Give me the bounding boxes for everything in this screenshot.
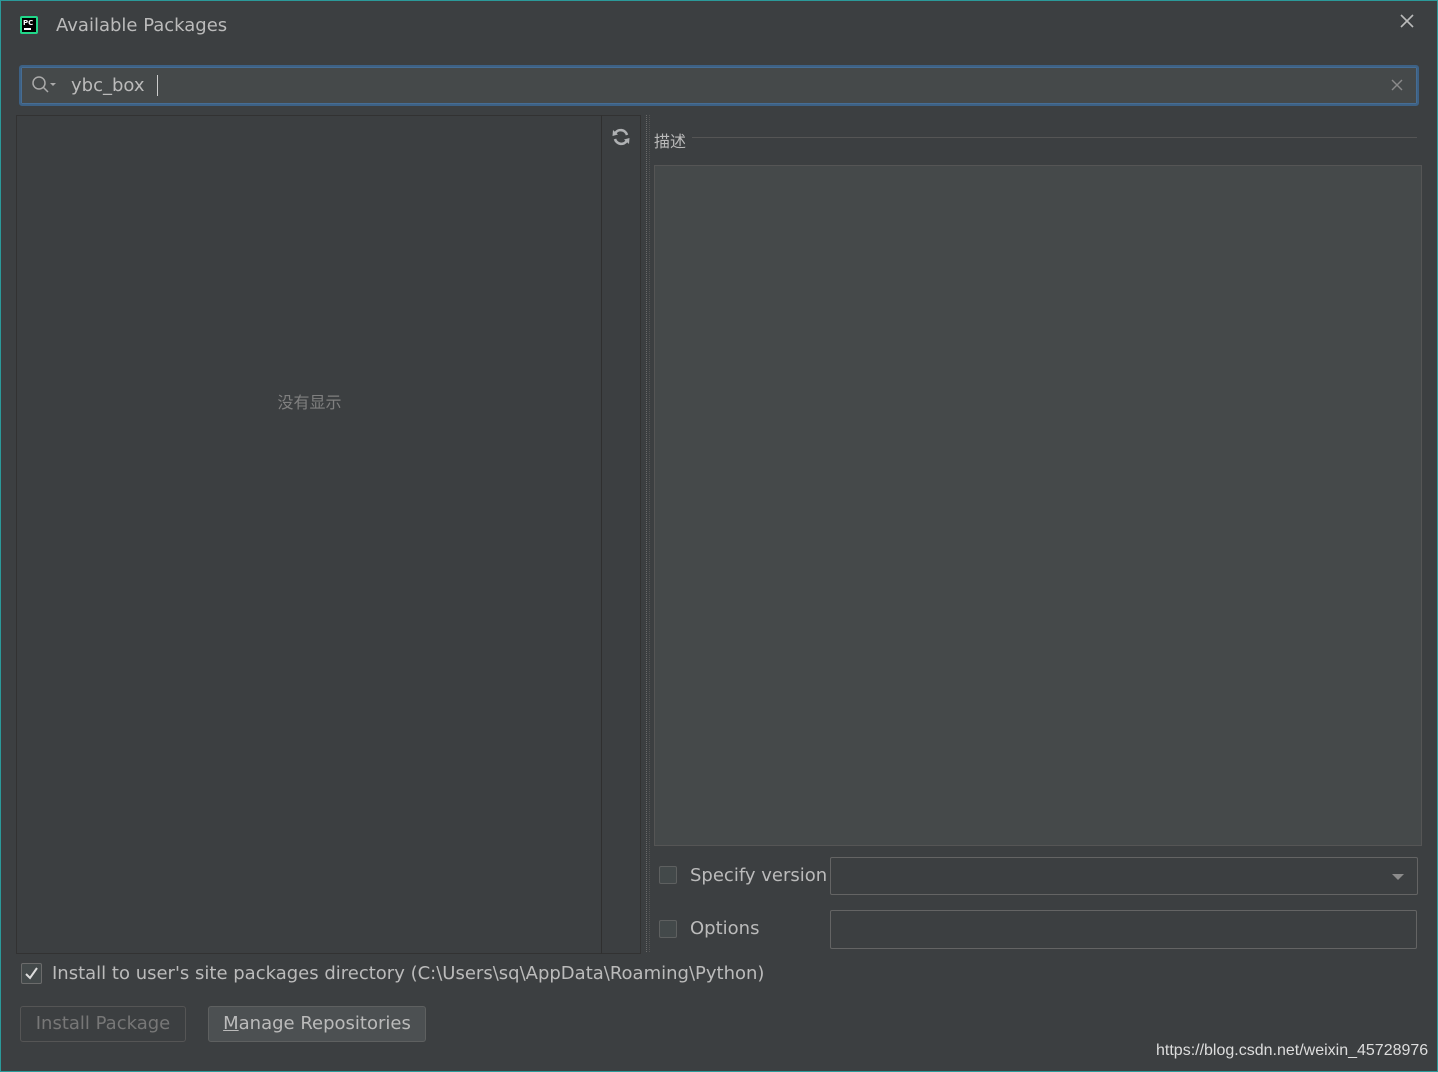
specify-version-checkbox[interactable]	[659, 866, 677, 884]
manage-repositories-button[interactable]: Manage Repositories	[208, 1006, 426, 1042]
search-field[interactable]	[19, 65, 1419, 106]
panel-splitter[interactable]	[643, 115, 651, 952]
options-checkbox[interactable]	[659, 920, 677, 938]
chevron-down-icon[interactable]	[1391, 872, 1405, 882]
checkmark-icon	[25, 967, 38, 980]
close-icon[interactable]	[1396, 10, 1418, 32]
install-user-checkbox[interactable]	[21, 963, 42, 984]
specify-version-label: Specify version	[690, 865, 828, 886]
version-select[interactable]	[830, 857, 1418, 895]
description-separator	[692, 137, 1417, 138]
clear-search-icon[interactable]	[1389, 77, 1405, 93]
install-user-label: Install to user's site packages director…	[52, 963, 765, 984]
search-icon[interactable]	[31, 75, 57, 95]
empty-list-text: 没有显示	[277, 393, 342, 412]
description-label: 描述	[654, 132, 687, 151]
options-label: Options	[690, 918, 760, 939]
title-bar: PC Available Packages	[0, 0, 1438, 56]
watermark-url: https://blog.csdn.net/weixin_45728976	[1156, 1042, 1429, 1059]
refresh-icon[interactable]	[611, 127, 631, 147]
dialog-title: Available Packages	[56, 15, 228, 36]
package-list-toolbar	[601, 115, 641, 954]
description-panel	[654, 165, 1422, 846]
text-caret	[157, 75, 158, 96]
options-input[interactable]	[830, 910, 1417, 949]
search-input[interactable]	[71, 73, 1371, 97]
package-list[interactable]: 没有显示	[16, 115, 603, 954]
pycharm-logo-icon: PC	[20, 16, 38, 34]
install-package-button[interactable]: Install Package	[20, 1006, 186, 1042]
